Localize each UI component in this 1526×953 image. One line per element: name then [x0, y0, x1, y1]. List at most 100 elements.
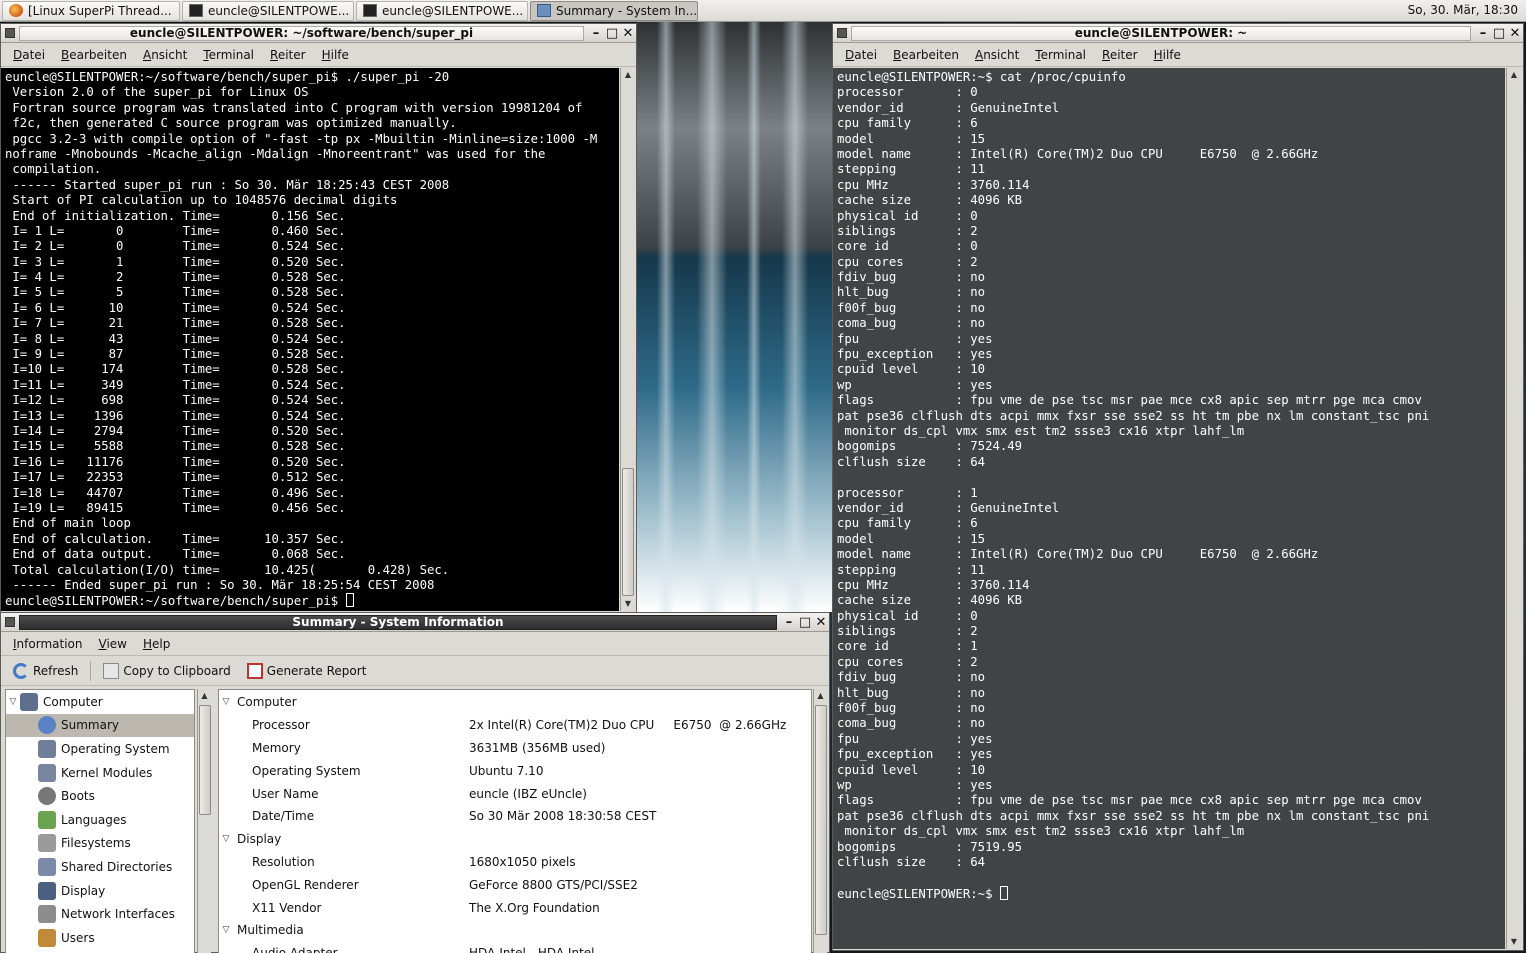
scrollbar-thumb[interactable]: [622, 468, 634, 596]
scroll-up-arrow-icon[interactable]: ▲: [198, 689, 211, 703]
terminal-cursor: [999, 885, 1008, 900]
terminal-line: euncle@SILENTPOWER:~/software/bench/supe…: [5, 70, 450, 84]
menu-terminal[interactable]: Terminal: [1027, 48, 1094, 62]
maximize-button[interactable]: □: [797, 615, 813, 630]
copy-to-clipboard-button[interactable]: Copy to Clipboard: [97, 661, 236, 681]
taskbar-button[interactable]: euncle@SILENTPOWE...: [356, 0, 528, 21]
close-button[interactable]: ✕: [813, 615, 829, 630]
scrollbar-thumb[interactable]: [199, 705, 211, 815]
sidebar-item-operating-system[interactable]: Operating System: [6, 737, 194, 761]
sidebar-item-shared-directories[interactable]: Shared Directories: [6, 855, 194, 879]
detail-row[interactable]: User Name euncle (IBZ eUncle): [219, 782, 811, 805]
sysinfo-titlebar[interactable]: Summary - System Information – □ ✕: [1, 613, 829, 632]
menu-help[interactable]: Help: [135, 637, 178, 651]
terminal-line: physical id : 0: [837, 208, 978, 223]
sidebar-item-display[interactable]: Display: [6, 879, 194, 903]
taskbar-button[interactable]: euncle@SILENTPOWE...: [182, 0, 354, 21]
menu-hilfe[interactable]: Hilfe: [314, 48, 357, 62]
terminal2-scrollbar[interactable]: ▲ ▼: [1506, 68, 1521, 949]
maximize-button[interactable]: □: [1491, 26, 1507, 41]
scroll-down-arrow-icon[interactable]: ▼: [1507, 935, 1521, 949]
minimize-button[interactable]: –: [781, 615, 797, 630]
window-menu-icon[interactable]: [5, 617, 15, 627]
detail-row[interactable]: X11 Vendor The X.Org Foundation: [219, 896, 811, 919]
taskbar-button[interactable]: [Linux SuperPi Thread...: [2, 0, 180, 21]
scroll-up-arrow-icon[interactable]: ▲: [621, 68, 635, 82]
sidebar-item-network-interfaces[interactable]: Network Interfaces: [6, 902, 194, 926]
details-scrollbar[interactable]: ▲: [813, 689, 827, 953]
tree-root-computer[interactable]: ▽ Computer: [6, 690, 194, 714]
menu-terminal[interactable]: Terminal: [195, 48, 262, 62]
scroll-up-arrow-icon[interactable]: ▲: [1507, 68, 1521, 82]
menu-bearbeiten[interactable]: Bearbeiten: [53, 48, 135, 62]
close-button[interactable]: ✕: [620, 26, 636, 41]
terminal2-titlebar[interactable]: euncle@SILENTPOWER: ~ – □ ✕: [833, 24, 1523, 43]
terminal-line: vendor_id : GenuineIntel: [837, 500, 1060, 515]
detail-group-computer[interactable]: ▽ Computer: [219, 691, 811, 714]
terminal-prompt-line[interactable]: euncle@SILENTPOWER:~/software/bench/supe…: [5, 593, 619, 608]
menu-ansicht[interactable]: Ansicht: [135, 48, 195, 62]
terminal1-output[interactable]: euncle@SILENTPOWER:~/software/bench/supe…: [1, 68, 619, 611]
terminal-line: model : 15: [837, 531, 986, 546]
terminal-line: I=16 L= 11176 Time= 0.520 Sec.: [5, 454, 346, 469]
menu-reiter[interactable]: Reiter: [262, 48, 314, 62]
terminal-line: pat pse36 clflush dts acpi mmx fxsr sse …: [837, 408, 1430, 423]
sidebar-item-boots[interactable]: Boots: [6, 784, 194, 808]
sidebar-item-summary[interactable]: Summary: [6, 713, 194, 738]
report-icon: [246, 662, 263, 679]
sidebar-item-users[interactable]: Users: [6, 926, 194, 950]
refresh-button[interactable]: Refresh: [7, 661, 84, 681]
terminal-line: compilation.: [5, 162, 102, 177]
menu-ansicht[interactable]: Ansicht: [967, 48, 1027, 62]
terminal-line: cpuid level : 10: [837, 762, 986, 777]
menu-datei[interactable]: Datei: [5, 48, 53, 62]
close-button[interactable]: ✕: [1507, 26, 1523, 41]
sidebar-item-kernel-modules[interactable]: Kernel Modules: [6, 761, 194, 785]
window-menu-icon[interactable]: [837, 28, 847, 38]
menu-reiter[interactable]: Reiter: [1094, 48, 1146, 62]
detail-group-display[interactable]: ▽ Display: [219, 828, 811, 851]
expander-icon[interactable]: ▽: [219, 834, 233, 844]
detail-row[interactable]: Memory 3631MB (356MB used): [219, 737, 811, 760]
detail-group-multimedia[interactable]: ▽ Multimedia: [219, 919, 811, 942]
terminal-line: cpu cores : 2: [837, 254, 978, 269]
terminal1-titlebar[interactable]: euncle@SILENTPOWER: ~/software/bench/sup…: [1, 24, 636, 43]
menu-information[interactable]: Information: [5, 637, 90, 651]
detail-row[interactable]: Resolution 1680x1050 pixels: [219, 851, 811, 874]
detail-row[interactable]: OpenGL Renderer GeForce 8800 GTS/PCI/SSE2: [219, 873, 811, 896]
terminal-line: coma_bug : no: [837, 716, 986, 731]
menu-view[interactable]: View: [90, 637, 134, 651]
window-menu-icon[interactable]: [5, 28, 15, 38]
sidebar-item-label: Languages: [61, 812, 127, 827]
taskbar-button[interactable]: Summary - System In...: [530, 0, 698, 21]
sidebar-item-languages[interactable]: Languages: [6, 808, 194, 832]
expander-icon[interactable]: ▽: [219, 697, 233, 707]
sidebar-item-label: Network Interfaces: [61, 907, 175, 922]
expander-icon[interactable]: ▽: [219, 925, 233, 935]
detail-row[interactable]: Processor 2x Intel(R) Core(TM)2 Duo CPU E…: [219, 714, 811, 737]
terminal-prompt-line[interactable]: euncle@SILENTPOWER:~$: [837, 885, 1505, 901]
detail-row[interactable]: Operating System Ubuntu 7.10: [219, 759, 811, 782]
menu-bearbeiten[interactable]: Bearbeiten: [885, 48, 967, 62]
clock[interactable]: So, 30. Mär, 18:30: [1408, 3, 1518, 17]
scroll-up-arrow-icon[interactable]: ▲: [814, 689, 827, 703]
scrollbar-thumb[interactable]: [815, 705, 827, 935]
detail-row[interactable]: Date/Time So 30 Mär 2008 18:30:58 CEST: [219, 805, 811, 828]
tree-scrollbar[interactable]: ▲: [197, 689, 211, 953]
terminal-line: fdiv_bug : no: [837, 270, 986, 285]
window-title: euncle@SILENTPOWER: ~: [851, 25, 1471, 41]
terminal1-scrollbar[interactable]: ▲ ▼: [620, 68, 635, 611]
expander-icon[interactable]: ▽: [6, 697, 20, 707]
maximize-button[interactable]: □: [604, 26, 620, 41]
terminal2-output[interactable]: euncle@SILENTPOWER:~$ cat /proc/cpuinfo p…: [833, 68, 1505, 949]
menu-hilfe[interactable]: Hilfe: [1146, 48, 1189, 62]
generate-report-button[interactable]: Generate Report: [241, 661, 373, 681]
sidebar-item-filesystems[interactable]: Filesystems: [6, 832, 194, 856]
menu-datei[interactable]: Datei: [837, 48, 885, 62]
detail-row[interactable]: Audio AdapterHDA-Intel - HDA Intel: [219, 942, 811, 953]
minimize-button[interactable]: –: [588, 26, 604, 41]
minimize-button[interactable]: –: [1475, 26, 1491, 41]
terminal-line: Version 2.0 of the super_pi for Linux OS: [5, 85, 309, 100]
scroll-down-arrow-icon[interactable]: ▼: [621, 597, 635, 611]
